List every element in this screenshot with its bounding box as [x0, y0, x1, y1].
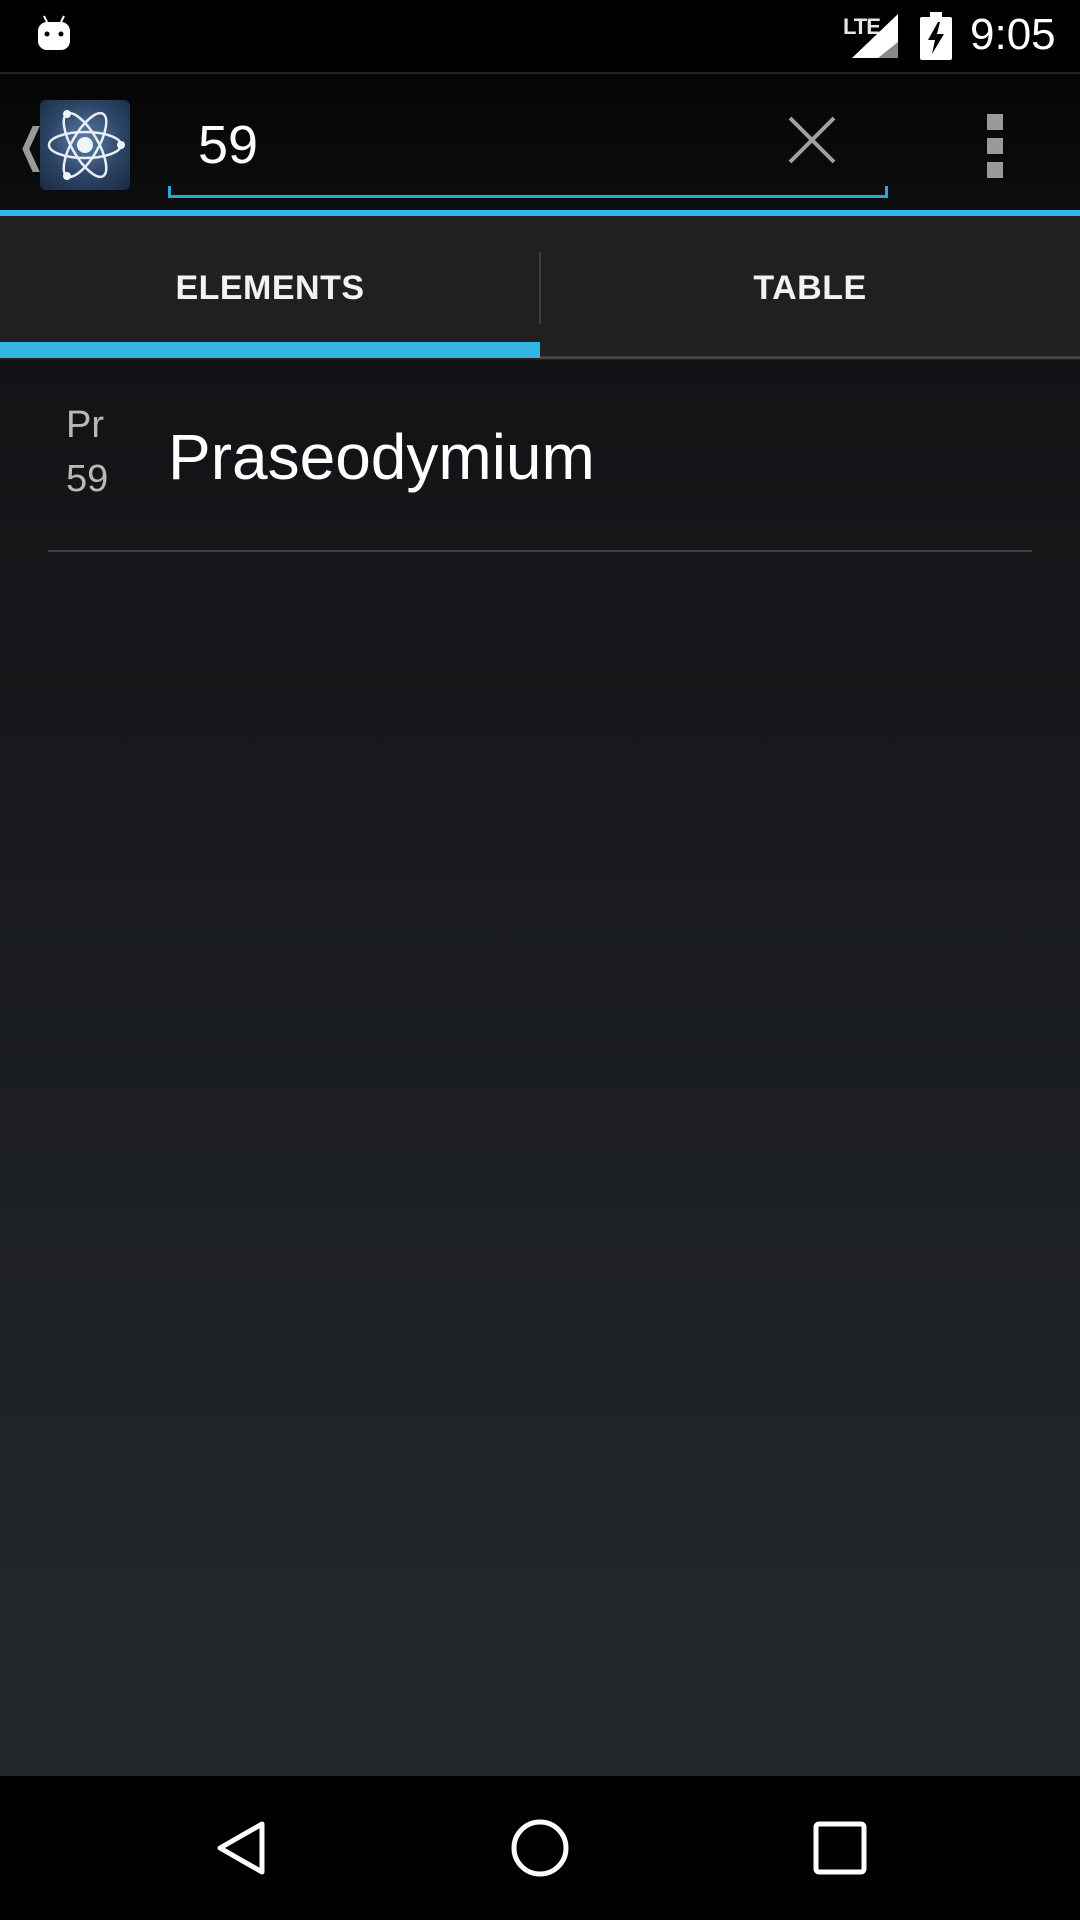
results-list: Pr 59 Praseodymium [0, 360, 1080, 1776]
screen: LTE 9:05 ❮ 59 ELEMENTS TABLE Pr 59 Prase… [0, 0, 1080, 1920]
search-field[interactable] [168, 94, 888, 198]
tab-bar: ELEMENTS TABLE [0, 216, 1080, 360]
navigation-bar [0, 1776, 1080, 1920]
status-clock: 9:05 [970, 10, 1056, 59]
element-name: Praseodymium [168, 421, 595, 493]
tab-baseline [540, 356, 1080, 359]
action-bar: ❮ [0, 72, 1080, 210]
element-symbol: Pr [66, 404, 104, 446]
status-bar: LTE 9:05 [0, 0, 1080, 72]
back-icon[interactable] [210, 1816, 274, 1880]
list-item[interactable]: Pr 59 Praseodymium [48, 360, 1032, 552]
selected-tab-indicator [0, 342, 540, 358]
home-icon[interactable] [508, 1816, 572, 1880]
signal-icon [852, 14, 898, 58]
tab-elements[interactable]: ELEMENTS [0, 216, 540, 360]
close-icon[interactable] [786, 114, 838, 166]
recents-icon[interactable] [808, 1816, 872, 1880]
element-number: 59 [66, 458, 109, 500]
android-notification-icon [38, 15, 70, 50]
search-input[interactable] [198, 110, 758, 180]
battery-charging-icon [920, 12, 952, 60]
list-divider [48, 550, 1032, 552]
overflow-menu-icon[interactable] [980, 114, 1010, 180]
atom-icon[interactable] [40, 100, 130, 190]
tab-table[interactable]: TABLE [540, 216, 1080, 360]
search-underline [168, 186, 888, 198]
